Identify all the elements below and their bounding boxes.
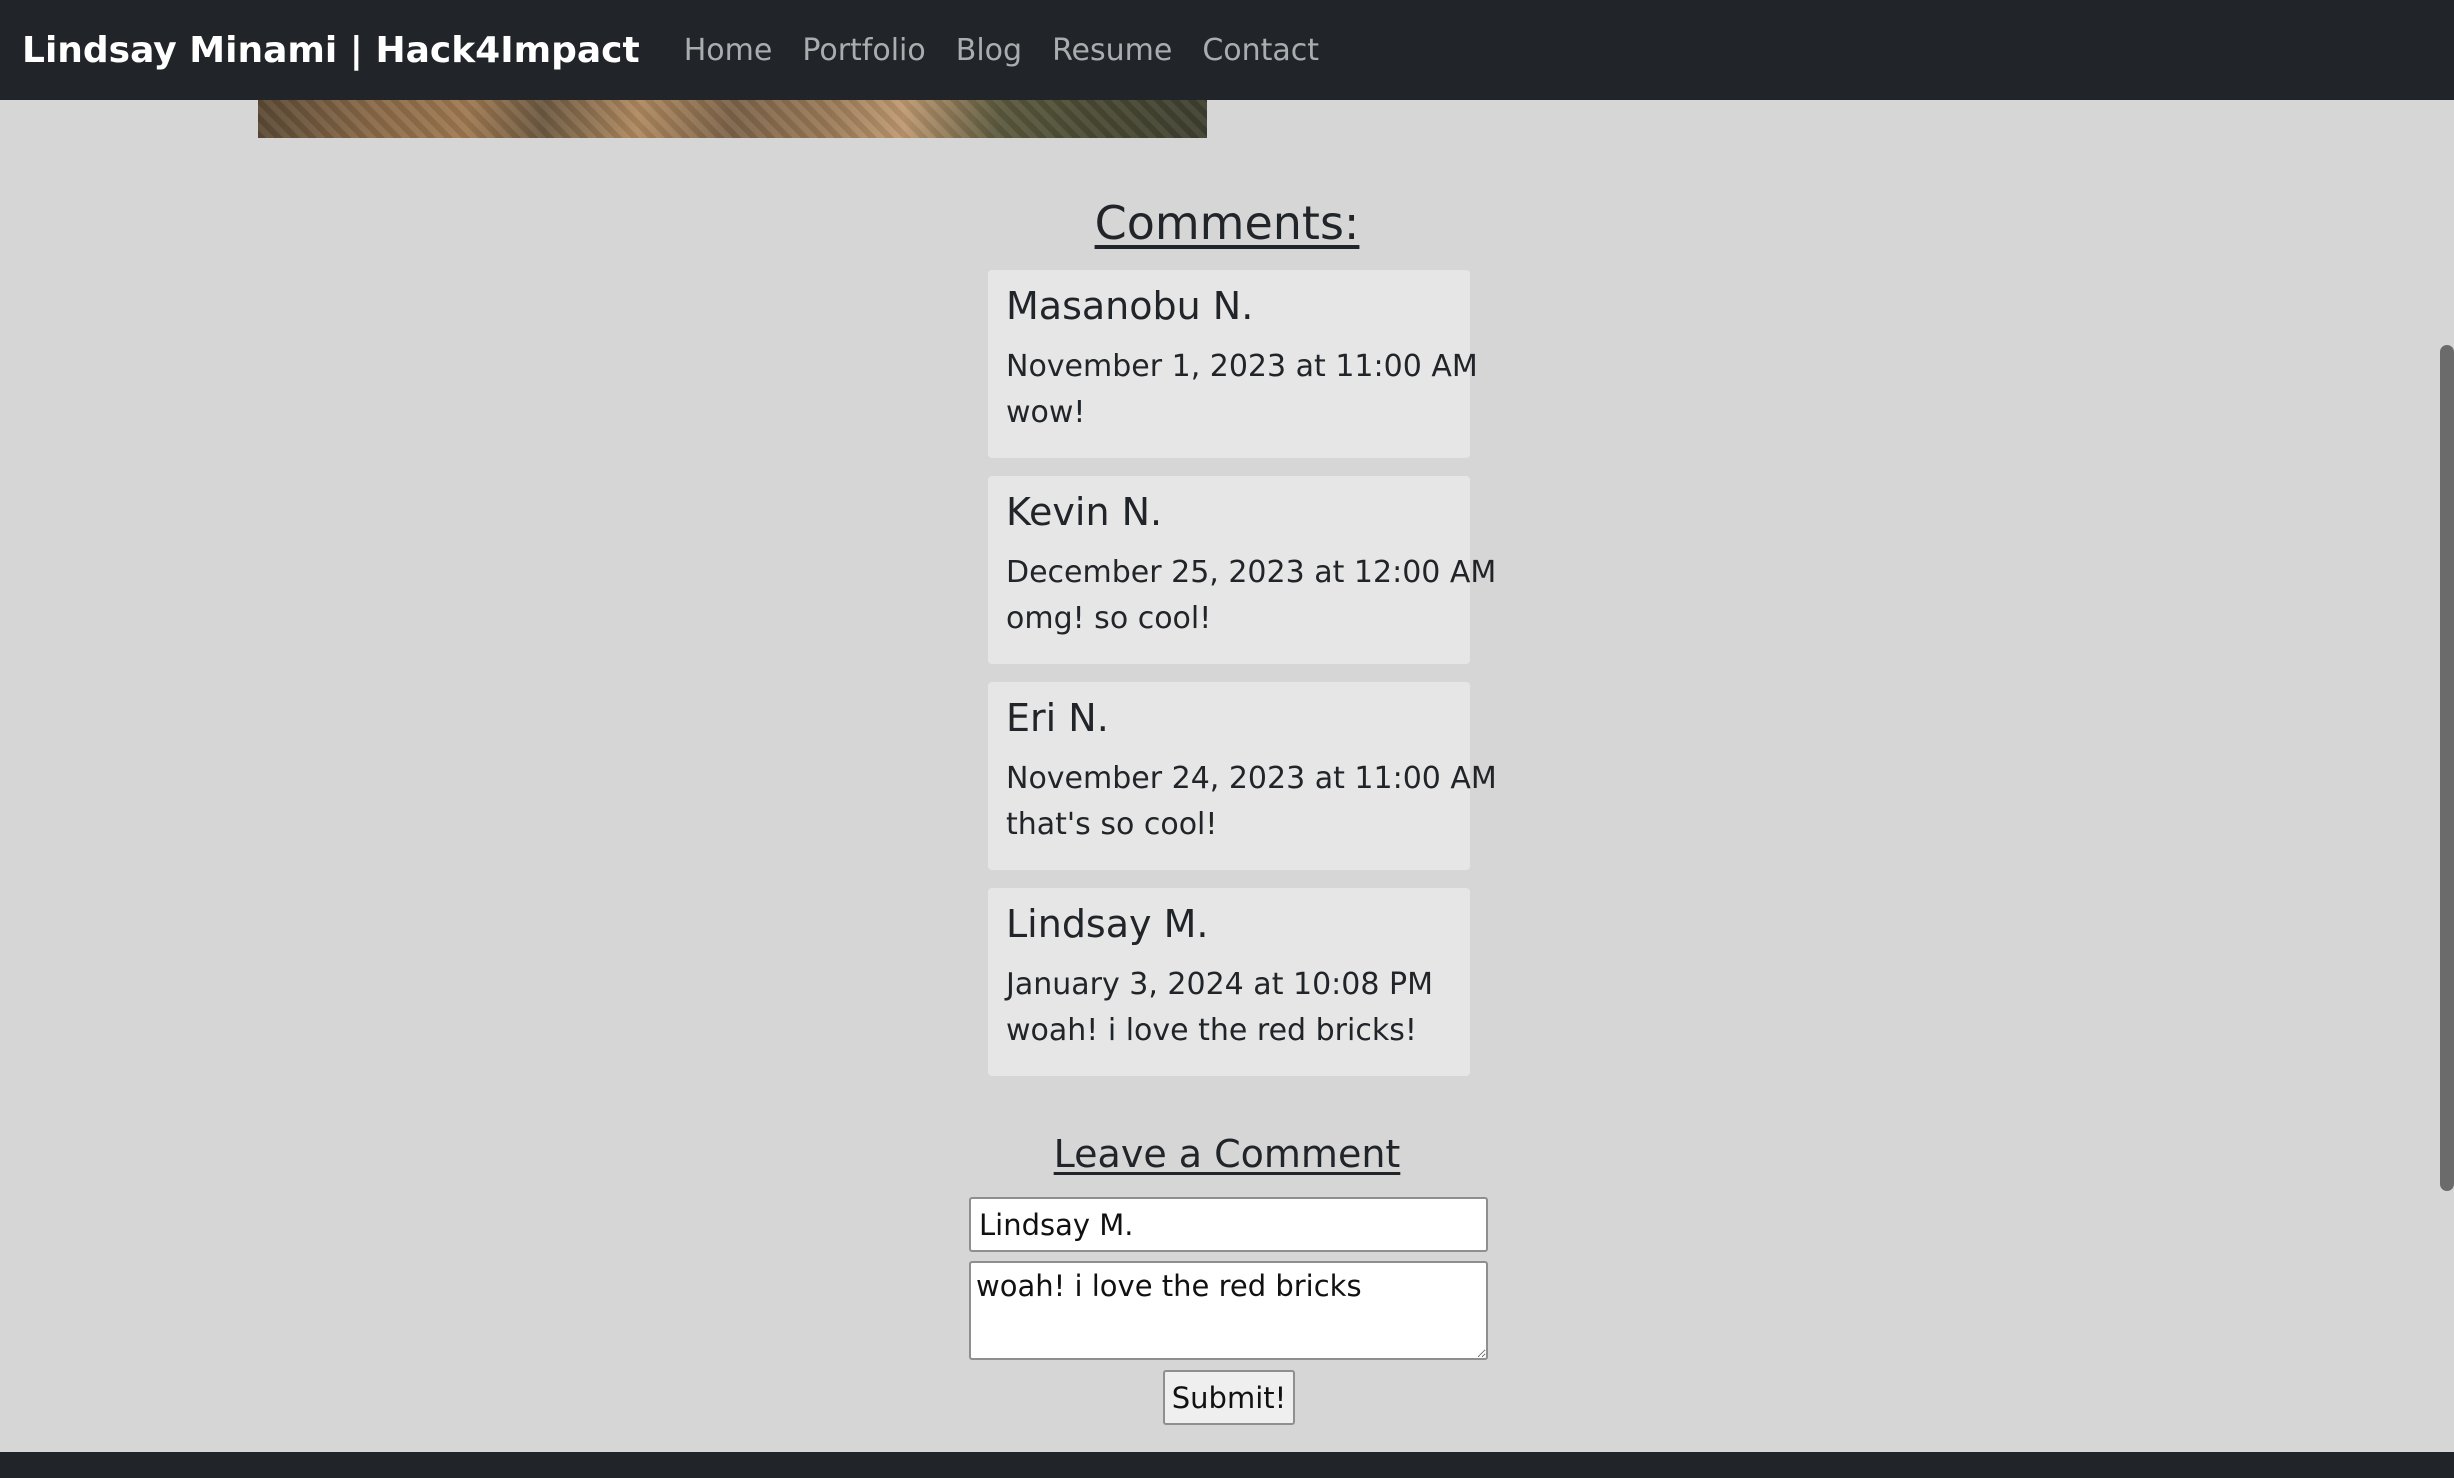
- scrollbar-thumb[interactable]: [2440, 345, 2454, 1191]
- comment-author: Kevin N.: [1006, 490, 1163, 534]
- submit-button[interactable]: Submit!: [1163, 1370, 1295, 1425]
- comment-card: Eri N. November 24, 2023 at 11:00 AM tha…: [988, 682, 1497, 870]
- comment-date: November 24, 2023 at 11:00 AM: [1006, 760, 1497, 796]
- comment-author: Lindsay M.: [1006, 902, 1209, 946]
- navbar: Lindsay Minami | Hack4Impact Home Portfo…: [0, 0, 2454, 100]
- leave-comment-heading: Leave a Comment: [1053, 1132, 1401, 1176]
- comment-text: woah! i love the red bricks!: [1006, 1012, 1417, 1048]
- comment-card: Kevin N. December 25, 2023 at 12:00 AM o…: [988, 476, 1497, 664]
- comment-author: Eri N.: [1006, 696, 1109, 740]
- nav-link-blog[interactable]: Blog: [956, 33, 1022, 68]
- nav-link-home[interactable]: Home: [684, 33, 773, 68]
- comment-list: Masanobu N. November 1, 2023 at 11:00 AM…: [988, 270, 1497, 1094]
- site-brand[interactable]: Lindsay Minami | Hack4Impact: [22, 30, 640, 71]
- comment-date: January 3, 2024 at 10:08 PM: [1006, 966, 1433, 1002]
- nav-link-resume[interactable]: Resume: [1052, 33, 1172, 68]
- footer: [0, 1452, 2454, 1478]
- comment-text: wow!: [1006, 394, 1086, 430]
- nav-link-portfolio[interactable]: Portfolio: [802, 33, 925, 68]
- comment-author: Masanobu N.: [1006, 284, 1254, 328]
- comment-text: that's so cool!: [1006, 806, 1218, 842]
- comment-card: Masanobu N. November 1, 2023 at 11:00 AM…: [988, 270, 1478, 458]
- comment-date: November 1, 2023 at 11:00 AM: [1006, 348, 1478, 384]
- nav-link-contact[interactable]: Contact: [1202, 33, 1319, 68]
- nav-links: Home Portfolio Blog Resume Contact: [684, 33, 1349, 68]
- comments-heading: Comments:: [1094, 196, 1360, 250]
- comment-date: December 25, 2023 at 12:00 AM: [1006, 554, 1497, 590]
- name-input[interactable]: [969, 1197, 1488, 1252]
- comment-card: Lindsay M. January 3, 2024 at 10:08 PM w…: [988, 888, 1470, 1076]
- comment-text: omg! so cool!: [1006, 600, 1212, 636]
- comment-textarea[interactable]: woah! i love the red bricks: [969, 1261, 1488, 1360]
- blog-photo: [258, 100, 1207, 138]
